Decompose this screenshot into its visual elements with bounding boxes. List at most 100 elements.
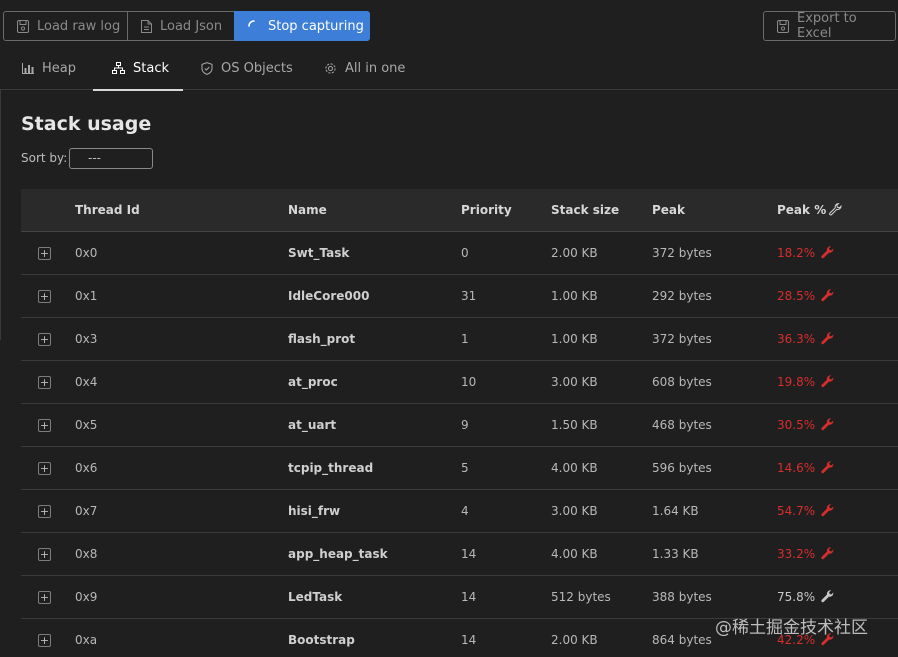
- expand-row-button[interactable]: +: [38, 462, 51, 475]
- peak-cell: 596 bytes: [652, 461, 712, 475]
- tab-stack[interactable]: Stack: [93, 46, 183, 91]
- save-icon: [777, 19, 789, 33]
- thread-name-cell: flash_prot: [288, 332, 356, 346]
- thread-name-cell: at_proc: [288, 375, 338, 389]
- priority-cell: 10: [461, 375, 477, 389]
- column-peak[interactable]: Peak: [652, 189, 685, 231]
- wrench-icon[interactable]: [821, 590, 834, 607]
- watermark: @稀土掘金技术社区: [715, 618, 868, 638]
- left-divider: [0, 90, 1, 340]
- wrench-icon[interactable]: [821, 246, 834, 263]
- column-name[interactable]: Name: [288, 189, 327, 231]
- table-row[interactable]: +0x5 at_uart 9 1.50 KB 468 bytes 30.5%: [21, 404, 898, 447]
- load-json-label: Load Json: [160, 18, 223, 34]
- spinner-icon: [248, 20, 255, 27]
- peak-cell: 1.64 KB: [652, 504, 699, 518]
- file-icon: [141, 19, 152, 33]
- expand-row-button[interactable]: +: [38, 634, 51, 647]
- export-excel-button[interactable]: Export to Excel: [763, 11, 896, 41]
- thread-name-cell: Bootstrap: [288, 633, 355, 647]
- hierarchy-icon: [112, 62, 125, 74]
- peak-cell: 388 bytes: [652, 590, 712, 604]
- wrench-icon[interactable]: [829, 203, 842, 216]
- priority-cell: 1: [461, 332, 469, 346]
- thread-name-cell: tcpip_thread: [288, 461, 374, 475]
- table-row[interactable]: +0x1 IdleCore000 31 1.00 KB 292 bytes 28.5%: [21, 275, 898, 318]
- table-row[interactable]: +0x6 tcpip_thread 5 4.00 KB 596 bytes 14.6%: [21, 447, 898, 490]
- thread-id-cell: 0x5: [75, 418, 98, 432]
- column-peak-percent[interactable]: Peak %: [777, 189, 826, 231]
- expand-row-button[interactable]: +: [38, 505, 51, 518]
- stack-size-cell: 2.00 KB: [551, 633, 598, 647]
- sort-select[interactable]: ---: [69, 148, 153, 169]
- wrench-icon[interactable]: [821, 375, 834, 392]
- peak-cell: 372 bytes: [652, 332, 712, 346]
- priority-cell: 14: [461, 633, 477, 647]
- priority-cell: 0: [461, 246, 469, 260]
- thread-id-cell: 0xa: [75, 633, 98, 647]
- thread-name-cell: hisi_frw: [288, 504, 341, 518]
- priority-cell: 4: [461, 504, 469, 518]
- peak-percent-cell: 19.8%: [777, 375, 816, 389]
- table-header: Thread Id Name Priority Stack size Peak …: [21, 189, 898, 232]
- thread-id-cell: 0x7: [75, 504, 98, 518]
- peak-percent-cell: 30.5%: [777, 418, 816, 432]
- priority-cell: 5: [461, 461, 469, 475]
- stack-size-cell: 512 bytes: [551, 590, 611, 604]
- thread-name-cell: Swt_Task: [288, 246, 350, 260]
- stack-size-cell: 3.00 KB: [551, 504, 598, 518]
- stop-capturing-button[interactable]: Stop capturing: [234, 11, 370, 41]
- load-json-button[interactable]: Load Json: [127, 11, 235, 41]
- peak-percent-cell: 75.8%: [777, 590, 816, 604]
- priority-cell: 14: [461, 590, 477, 604]
- stack-size-cell: 4.00 KB: [551, 461, 598, 475]
- table-row[interactable]: +0x4 at_proc 10 3.00 KB 608 bytes 19.8%: [21, 361, 898, 404]
- tab-heap[interactable]: Heap: [22, 46, 82, 90]
- expand-row-button[interactable]: +: [38, 548, 51, 561]
- tab-os-objects[interactable]: OS Objects: [201, 46, 301, 90]
- expand-row-button[interactable]: +: [38, 591, 51, 604]
- wrench-icon[interactable]: [821, 289, 834, 306]
- expand-row-button[interactable]: +: [38, 247, 51, 260]
- stack-size-cell: 4.00 KB: [551, 547, 598, 561]
- thread-id-cell: 0x4: [75, 375, 98, 389]
- tab-all-in-one-label: All in one: [345, 60, 406, 76]
- thread-name-cell: at_uart: [288, 418, 337, 432]
- thread-id-cell: 0x3: [75, 332, 98, 346]
- column-thread-id[interactable]: Thread Id: [75, 189, 140, 231]
- expand-row-button[interactable]: +: [38, 376, 51, 389]
- table-row[interactable]: +0x0 Swt_Task 0 2.00 KB 372 bytes 18.2%: [21, 232, 898, 275]
- load-raw-log-button[interactable]: Load raw log: [3, 11, 128, 41]
- table-body: +0x0 Swt_Task 0 2.00 KB 372 bytes 18.2% +0x1 Id…: [21, 232, 898, 657]
- table-row[interactable]: +0x3 flash_prot 1 1.00 KB 372 bytes 36.3%: [21, 318, 898, 361]
- wrench-icon[interactable]: [821, 332, 834, 349]
- tab-heap-label: Heap: [42, 60, 76, 76]
- peak-cell: 864 bytes: [652, 633, 712, 647]
- thread-id-cell: 0x6: [75, 461, 98, 475]
- column-priority[interactable]: Priority: [461, 189, 512, 231]
- table-row[interactable]: +0x8 app_heap_task 14 4.00 KB 1.33 KB 33.2%: [21, 533, 898, 576]
- export-excel-label: Export to Excel: [797, 11, 857, 41]
- toolbar: Load raw log Load Json Stop capturing Ex…: [0, 0, 898, 46]
- stack-table: Thread Id Name Priority Stack size Peak …: [21, 189, 898, 657]
- peak-cell: 372 bytes: [652, 246, 712, 260]
- thread-name-cell: app_heap_task: [288, 547, 388, 561]
- expand-row-button[interactable]: +: [38, 419, 51, 432]
- load-raw-log-label: Load raw log: [37, 18, 121, 34]
- peak-percent-cell: 28.5%: [777, 289, 816, 303]
- peak-cell: 292 bytes: [652, 289, 712, 303]
- wrench-icon[interactable]: [821, 504, 834, 521]
- expand-row-button[interactable]: +: [38, 333, 51, 346]
- expand-row-button[interactable]: +: [38, 290, 51, 303]
- sort-label: Sort by:: [21, 151, 68, 165]
- thread-id-cell: 0x8: [75, 547, 98, 561]
- wrench-icon[interactable]: [821, 418, 834, 435]
- shield-icon: [201, 61, 213, 75]
- chart-icon: [22, 62, 34, 74]
- tab-all-in-one[interactable]: All in one: [324, 46, 414, 90]
- table-row[interactable]: +0x7 hisi_frw 4 3.00 KB 1.64 KB 54.7%: [21, 490, 898, 533]
- peak-cell: 1.33 KB: [652, 547, 699, 561]
- column-stack-size[interactable]: Stack size: [551, 189, 619, 231]
- wrench-icon[interactable]: [821, 461, 834, 478]
- wrench-icon[interactable]: [821, 547, 834, 564]
